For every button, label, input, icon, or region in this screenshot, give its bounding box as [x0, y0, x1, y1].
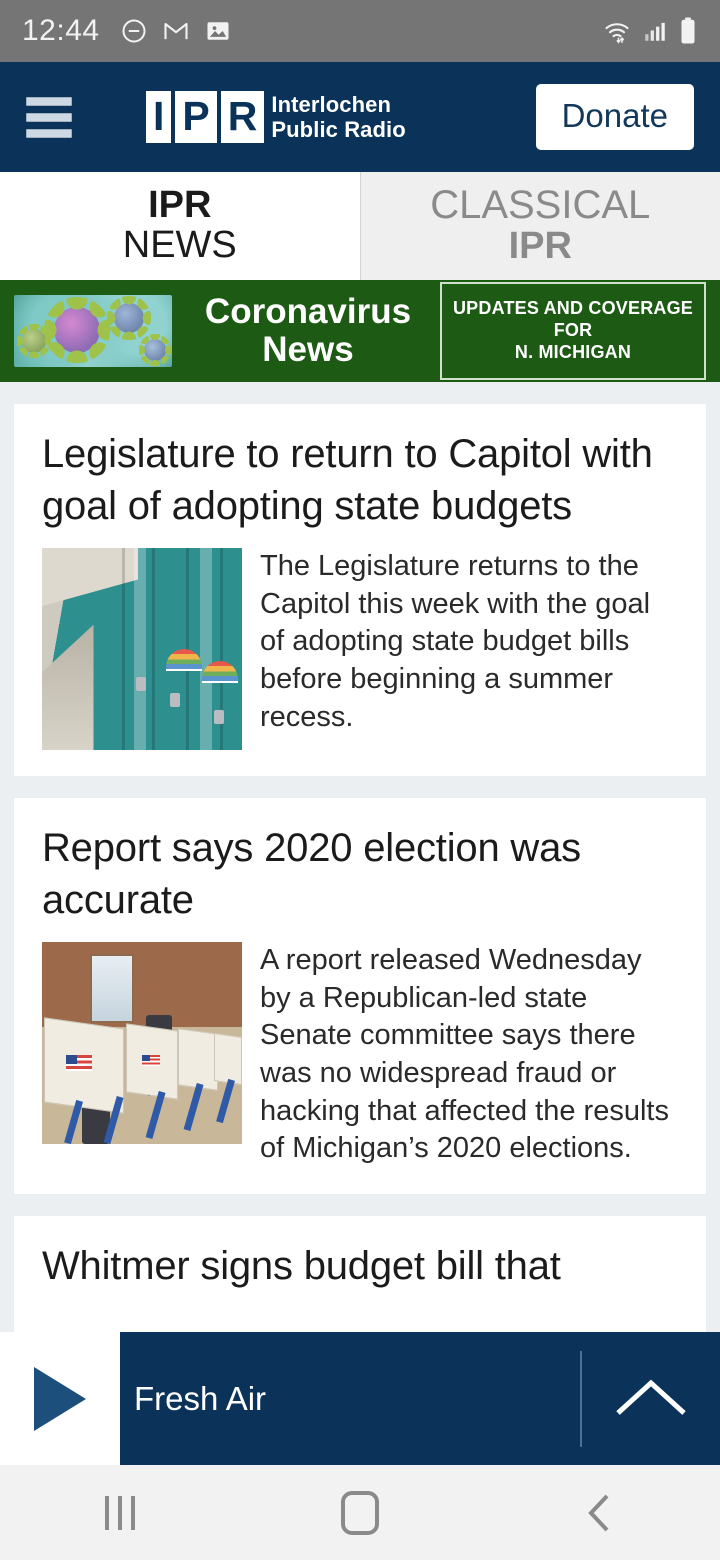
hallway-floor	[42, 624, 94, 750]
do-not-disturb-icon	[122, 19, 146, 43]
locker-lock	[170, 693, 180, 708]
article-thumbnail	[42, 942, 242, 1144]
logo-letter-p: P	[175, 91, 217, 143]
coronavirus-image	[14, 295, 172, 367]
app-screen: 12:44 I P R Interlochen Public Radio Don…	[0, 0, 720, 1560]
logo-line-2: Public Radio	[271, 117, 406, 142]
home-button[interactable]	[240, 1490, 480, 1535]
battery-icon	[681, 17, 695, 44]
rainbow-sticker	[166, 649, 202, 669]
cellular-signal-icon	[645, 22, 665, 41]
virus-particle	[16, 323, 52, 359]
station-tabs: IPR NEWS CLASSICAL IPR	[0, 172, 720, 280]
virus-particle	[139, 334, 171, 366]
tab-classical-ipr-line2: IPR	[508, 225, 572, 268]
ipr-logo-wordmark: Interlochen Public Radio	[271, 92, 405, 142]
coronavirus-title-line2: News	[262, 330, 354, 369]
tab-classical-ipr[interactable]: CLASSICAL IPR	[360, 172, 720, 280]
status-bar-clock: 12:44	[22, 14, 100, 47]
app-header: I P R Interlochen Public Radio Donate	[0, 62, 720, 172]
booth-leg	[183, 1083, 204, 1132]
hamburger-menu-icon[interactable]	[26, 96, 72, 138]
voting-booth	[214, 1032, 242, 1086]
recents-bar	[118, 1495, 122, 1530]
coronavirus-banner[interactable]: Coronavirus News UPDATES AND COVERAGE FO…	[0, 280, 720, 382]
booth-leg	[216, 1079, 235, 1124]
ipr-logo[interactable]: I P R Interlochen Public Radio	[146, 91, 406, 143]
article-headline: Whitmer signs budget bill that	[42, 1244, 561, 1289]
wifi-icon	[605, 23, 629, 44]
coronavirus-cta-line2: N. MICHIGAN	[514, 341, 632, 362]
article-body: A report released Wednesday by a Republi…	[42, 942, 678, 1168]
logo-letter-i: I	[146, 91, 172, 143]
locker-seam	[122, 548, 125, 750]
logo-letter-r: R	[220, 91, 265, 143]
coronavirus-banner-title: Coronavirus News	[194, 293, 422, 369]
recents-bar	[105, 1495, 109, 1530]
locker-highlight	[200, 548, 212, 750]
article-headline: Legislature to return to Capitol with go…	[42, 432, 653, 528]
article-summary: A report released Wednesday by a Republi…	[260, 944, 669, 1165]
coronavirus-banner-cta[interactable]: UPDATES AND COVERAGE FOR N. MICHIGAN	[440, 282, 706, 380]
audio-player-bar: Fresh Air	[0, 1332, 720, 1465]
article-card[interactable]: Legislature to return to Capitol with go…	[14, 404, 706, 776]
logo-line-1: Interlochen	[271, 91, 392, 117]
recents-icon	[105, 1495, 135, 1530]
american-flag	[66, 1055, 92, 1072]
status-bar: 12:44	[0, 0, 720, 62]
gmail-icon	[164, 22, 188, 40]
status-bar-system-icons	[602, 16, 698, 46]
locker-seam	[152, 548, 155, 750]
tab-ipr-news-line1: IPR	[148, 184, 212, 227]
home-icon	[341, 1490, 379, 1535]
ipr-logo-mark: I P R	[146, 91, 265, 143]
photos-icon	[207, 22, 229, 40]
chevron-up-icon	[616, 1379, 686, 1415]
virus-particle	[43, 296, 111, 364]
play-button[interactable]	[0, 1332, 120, 1465]
locker-lock	[136, 677, 146, 692]
article-thumbnail	[42, 548, 242, 750]
coronavirus-cta-line1: UPDATES AND COVERAGE FOR	[452, 298, 694, 341]
tab-ipr-news[interactable]: IPR NEWS	[0, 172, 361, 280]
article-headline: Report says 2020 election was accurate	[42, 826, 581, 922]
back-icon	[588, 1494, 609, 1531]
status-bar-notification-icons	[120, 17, 232, 45]
american-flag	[142, 1055, 160, 1067]
article-body: The Legislature returns to the Capitol t…	[42, 548, 678, 750]
article-feed[interactable]: Legislature to return to Capitol with go…	[0, 390, 720, 1465]
booth-leg	[145, 1091, 166, 1140]
article-card[interactable]: Report says 2020 election was accurate A…	[14, 798, 706, 1195]
system-nav-bar	[0, 1465, 720, 1560]
play-icon	[34, 1366, 86, 1431]
player-now-playing-area[interactable]: Fresh Air	[120, 1332, 720, 1465]
recents-button[interactable]	[0, 1495, 240, 1530]
now-playing-title: Fresh Air	[134, 1379, 267, 1417]
locker-lock	[214, 709, 224, 724]
article-card[interactable]: Whitmer signs budget bill that	[14, 1216, 706, 1335]
recents-bar	[131, 1495, 135, 1530]
back-button[interactable]	[480, 1490, 720, 1536]
coronavirus-title-line1: Coronavirus	[204, 292, 412, 332]
donate-button[interactable]: Donate	[535, 84, 694, 150]
hamburger-bar	[26, 112, 72, 122]
tab-classical-ipr-line1: CLASSICAL	[430, 183, 651, 228]
article-summary: The Legislature returns to the Capitol t…	[260, 550, 651, 733]
hamburger-bar	[26, 128, 72, 138]
window	[90, 954, 134, 1023]
locker-highlight	[134, 548, 146, 750]
virus-particle	[107, 296, 151, 340]
booth-leg	[64, 1099, 83, 1144]
hamburger-bar	[26, 96, 72, 106]
tab-ipr-news-line2: NEWS	[122, 224, 237, 266]
voting-booth	[178, 1028, 218, 1091]
expand-player-button[interactable]	[582, 1373, 720, 1425]
